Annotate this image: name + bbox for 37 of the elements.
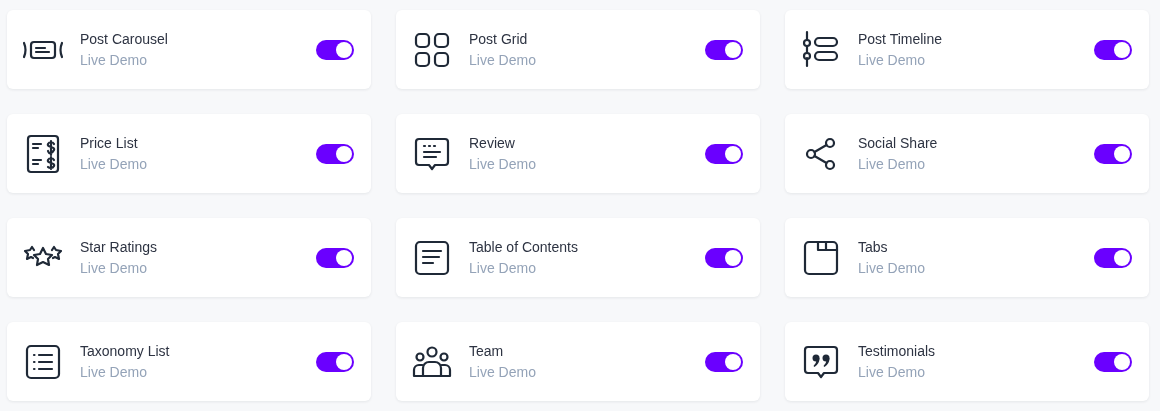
widget-title: Star Ratings	[80, 239, 159, 255]
toggle-switch[interactable]	[705, 39, 743, 60]
live-demo-link[interactable]: Live Demo	[80, 52, 147, 68]
live-demo-link[interactable]: Live Demo	[858, 156, 925, 172]
toggle-switch[interactable]	[705, 143, 743, 164]
toggle-switch[interactable]	[705, 351, 743, 372]
widget-title: Table of Contents	[469, 239, 579, 255]
widget-title: Social Share	[858, 135, 939, 151]
live-demo-link[interactable]: Live Demo	[469, 260, 536, 276]
widget-title: Post Timeline	[858, 31, 944, 47]
live-demo-link[interactable]: Live Demo	[80, 156, 147, 172]
widget-title: Post Carousel	[80, 31, 169, 47]
widget-title: Taxonomy List	[80, 343, 171, 359]
live-demo-link[interactable]: Live Demo	[469, 156, 536, 172]
toggle-switch[interactable]	[1094, 247, 1132, 268]
toggle-switch[interactable]	[316, 143, 354, 164]
toggle-switch[interactable]	[316, 39, 354, 60]
toggle-switch[interactable]	[316, 351, 354, 372]
live-demo-link[interactable]: Live Demo	[469, 52, 536, 68]
widget-title: Tabs	[858, 239, 889, 255]
live-demo-link[interactable]: Live Demo	[858, 52, 925, 68]
live-demo-link[interactable]: Live Demo	[858, 364, 925, 380]
widget-title: Price List	[80, 135, 139, 151]
live-demo-link[interactable]: Live Demo	[469, 364, 536, 380]
widget-title: Review	[469, 135, 516, 151]
toggle-switch[interactable]	[1094, 39, 1132, 60]
timeline-icon	[801, 29, 841, 70]
live-demo-link[interactable]: Live Demo	[80, 260, 147, 276]
toggle-switch[interactable]	[1094, 143, 1132, 164]
widget-title: Team	[469, 343, 505, 359]
live-demo-link[interactable]: Live Demo	[80, 364, 147, 380]
toggle-switch[interactable]	[1094, 351, 1132, 372]
widget-title: Post Grid	[469, 31, 529, 47]
toggle-switch[interactable]	[316, 247, 354, 268]
widget-title: Testimonials	[858, 343, 937, 359]
live-demo-link[interactable]: Live Demo	[858, 260, 925, 276]
toggle-switch[interactable]	[705, 247, 743, 268]
